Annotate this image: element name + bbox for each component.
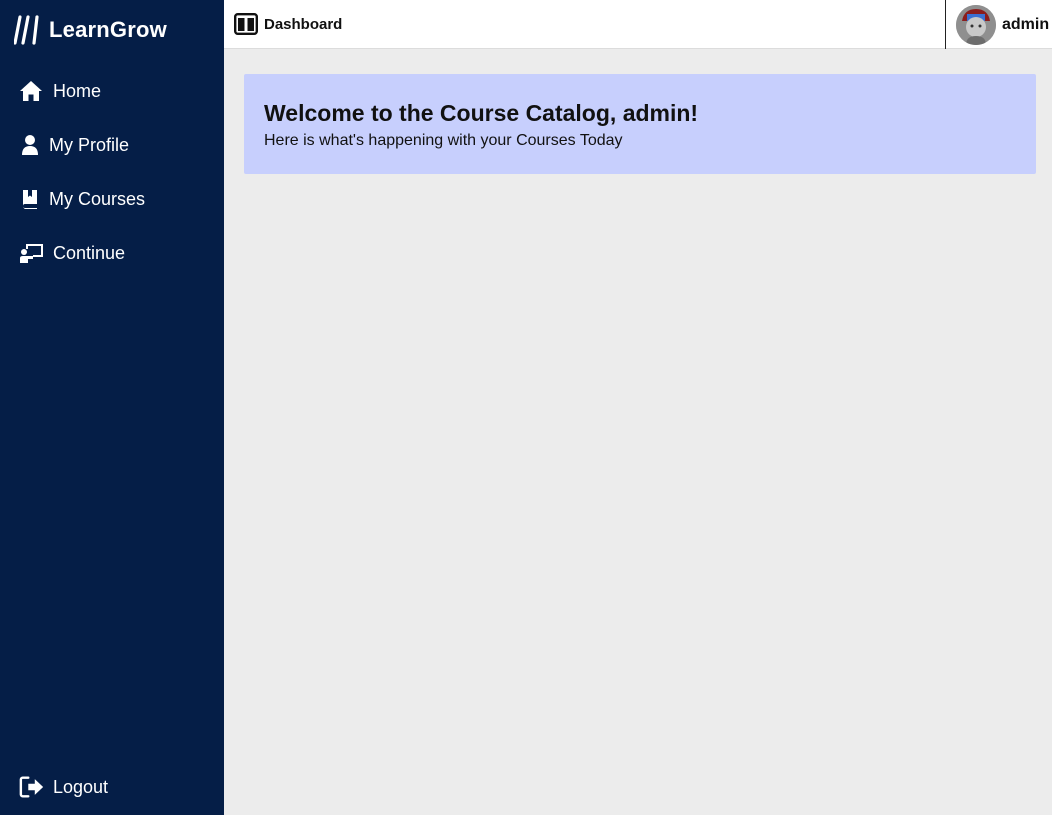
sidebar-item-label: Continue xyxy=(53,242,126,263)
sidebar-item-home[interactable]: Home xyxy=(19,77,101,105)
user-avatar[interactable] xyxy=(956,4,996,45)
page-title: Dashboard xyxy=(264,15,343,33)
columns-icon xyxy=(234,13,258,35)
sidebar-item-my-courses[interactable]: My Courses xyxy=(19,185,145,213)
home-icon xyxy=(19,80,45,102)
welcome-card: Welcome to the Course Catalog, admin! He… xyxy=(244,74,1036,174)
logout-label: Logout xyxy=(53,776,109,797)
sidebar-item-label: My Profile xyxy=(49,134,130,155)
welcome-subtitle: Here is what's happening with your Cours… xyxy=(264,132,623,149)
slashes-logo-icon xyxy=(14,15,39,45)
sidebar-item-my-profile[interactable]: My Profile xyxy=(19,131,129,159)
brand-name: LearnGrow xyxy=(49,17,167,42)
logout-button[interactable]: Logout xyxy=(19,773,108,801)
app-root: LearnGrow Home My Profile My Courses Con xyxy=(0,0,1052,815)
teacher-board-icon xyxy=(19,242,45,264)
top-bar: Dashboard admin xyxy=(224,0,1052,49)
page-title-wrap: Dashboard xyxy=(234,12,342,36)
book-icon xyxy=(19,188,45,210)
logout-icon xyxy=(19,776,45,798)
user-icon xyxy=(19,134,45,156)
welcome-title: Welcome to the Course Catalog, admin! xyxy=(264,100,699,126)
user-menu[interactable]: admin xyxy=(945,0,1052,49)
sidebar-item-continue[interactable]: Continue xyxy=(19,239,125,267)
sidebar: LearnGrow Home My Profile My Courses Con xyxy=(0,0,224,815)
brand[interactable]: LearnGrow xyxy=(14,14,167,46)
sidebar-item-label: My Courses xyxy=(49,188,146,209)
sidebar-item-label: Home xyxy=(53,80,102,101)
username: admin xyxy=(1002,15,1050,33)
